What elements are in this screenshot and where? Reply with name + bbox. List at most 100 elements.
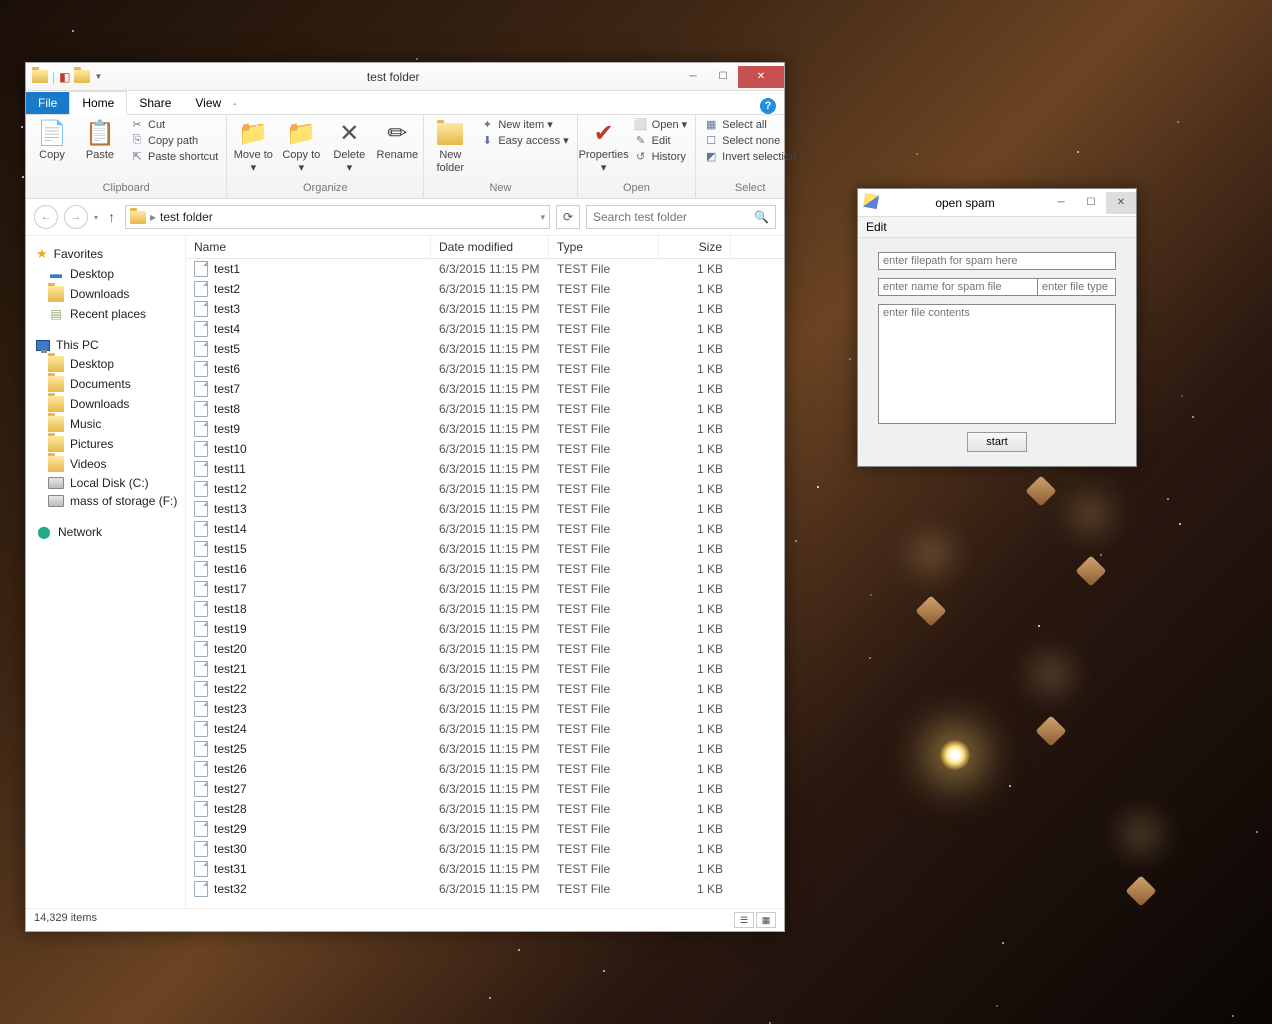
cut-button[interactable]: ✂Cut <box>126 117 222 132</box>
file-row[interactable]: test76/3/2015 11:15 PMTEST File1 KB <box>186 379 784 399</box>
col-type[interactable]: Type <box>549 236 659 258</box>
minimize-button[interactable]: ─ <box>678 66 708 88</box>
file-row[interactable]: test26/3/2015 11:15 PMTEST File1 KB <box>186 279 784 299</box>
tab-home[interactable]: Home <box>69 91 127 115</box>
help-icon[interactable]: ? <box>760 98 776 114</box>
qat-newfolder-icon[interactable] <box>74 70 90 83</box>
view-details-button[interactable]: ☰ <box>734 912 754 928</box>
file-row[interactable]: test116/3/2015 11:15 PMTEST File1 KB <box>186 459 784 479</box>
nav-desktop[interactable]: ▬Desktop <box>26 264 185 284</box>
file-row[interactable]: test66/3/2015 11:15 PMTEST File1 KB <box>186 359 784 379</box>
file-row[interactable]: test316/3/2015 11:15 PMTEST File1 KB <box>186 859 784 879</box>
search-box[interactable]: 🔍 <box>586 205 776 229</box>
nav-pictures[interactable]: Pictures <box>26 434 185 454</box>
file-row[interactable]: test106/3/2015 11:15 PMTEST File1 KB <box>186 439 784 459</box>
address-input[interactable]: ▸ test folder ▾ <box>125 205 550 229</box>
app-titlebar[interactable]: open spam ─ ☐ ✕ <box>858 189 1136 217</box>
nav-network[interactable]: ⬤Network <box>26 522 185 542</box>
history-button[interactable]: ↺History <box>630 149 692 164</box>
file-row[interactable]: test36/3/2015 11:15 PMTEST File1 KB <box>186 299 784 319</box>
copy-to-button[interactable]: 📁Copy to ▾ <box>279 117 323 177</box>
file-row[interactable]: test306/3/2015 11:15 PMTEST File1 KB <box>186 839 784 859</box>
titlebar[interactable]: | ◧ ▼ test folder ─ ☐ ✕ <box>26 63 784 91</box>
select-all-button[interactable]: ▦Select all <box>700 117 800 132</box>
col-name[interactable]: Name <box>186 236 431 258</box>
app-minimize-button[interactable]: ─ <box>1046 192 1076 214</box>
file-row[interactable]: test56/3/2015 11:15 PMTEST File1 KB <box>186 339 784 359</box>
file-row[interactable]: test156/3/2015 11:15 PMTEST File1 KB <box>186 539 784 559</box>
breadcrumb[interactable]: test folder <box>160 210 213 224</box>
file-rows[interactable]: test16/3/2015 11:15 PMTEST File1 KBtest2… <box>186 259 784 908</box>
up-button[interactable]: ↑ <box>104 209 119 225</box>
close-button[interactable]: ✕ <box>738 66 784 88</box>
file-row[interactable]: test96/3/2015 11:15 PMTEST File1 KB <box>186 419 784 439</box>
app-menu-edit[interactable]: Edit <box>858 217 1136 238</box>
filename-input[interactable] <box>878 278 1038 296</box>
file-row[interactable]: test196/3/2015 11:15 PMTEST File1 KB <box>186 619 784 639</box>
invert-selection-button[interactable]: ◩Invert selection <box>700 149 800 164</box>
tab-view[interactable]: View <box>183 92 233 114</box>
start-button[interactable]: start <box>967 432 1026 452</box>
copy-button[interactable]: 📄Copy <box>30 117 74 164</box>
nav-favorites[interactable]: ★Favorites <box>26 244 185 264</box>
collapse-ribbon-icon[interactable]: ˆ <box>233 103 236 114</box>
file-row[interactable]: test326/3/2015 11:15 PMTEST File1 KB <box>186 879 784 899</box>
recent-dropdown-icon[interactable]: ▾ <box>94 213 98 222</box>
col-date[interactable]: Date modified <box>431 236 549 258</box>
qat-properties-icon[interactable]: ◧ <box>59 70 70 84</box>
file-row[interactable]: test226/3/2015 11:15 PMTEST File1 KB <box>186 679 784 699</box>
tab-file[interactable]: File <box>26 92 69 114</box>
new-item-button[interactable]: ✦New item ▾ <box>476 117 572 132</box>
nav-desktop2[interactable]: Desktop <box>26 354 185 374</box>
file-row[interactable]: test246/3/2015 11:15 PMTEST File1 KB <box>186 719 784 739</box>
forward-button[interactable]: → <box>64 205 88 229</box>
contents-textarea[interactable] <box>878 304 1116 424</box>
file-row[interactable]: test176/3/2015 11:15 PMTEST File1 KB <box>186 579 784 599</box>
file-row[interactable]: test166/3/2015 11:15 PMTEST File1 KB <box>186 559 784 579</box>
move-to-button[interactable]: 📁Move to ▾ <box>231 117 275 177</box>
address-dropdown-icon[interactable]: ▾ <box>540 212 545 223</box>
file-row[interactable]: test16/3/2015 11:15 PMTEST File1 KB <box>186 259 784 279</box>
nav-local-disk[interactable]: Local Disk (C:) <box>26 474 185 492</box>
nav-downloads[interactable]: Downloads <box>26 284 185 304</box>
nav-videos[interactable]: Videos <box>26 454 185 474</box>
copy-path-button[interactable]: ⎘Copy path <box>126 133 222 148</box>
file-row[interactable]: test86/3/2015 11:15 PMTEST File1 KB <box>186 399 784 419</box>
tab-share[interactable]: Share <box>127 92 183 114</box>
file-row[interactable]: test256/3/2015 11:15 PMTEST File1 KB <box>186 739 784 759</box>
rename-button[interactable]: ✏Rename <box>375 117 419 164</box>
file-row[interactable]: test146/3/2015 11:15 PMTEST File1 KB <box>186 519 784 539</box>
file-row[interactable]: test126/3/2015 11:15 PMTEST File1 KB <box>186 479 784 499</box>
file-row[interactable]: test286/3/2015 11:15 PMTEST File1 KB <box>186 799 784 819</box>
properties-button[interactable]: ✔Properties ▾ <box>582 117 626 177</box>
nav-downloads2[interactable]: Downloads <box>26 394 185 414</box>
filepath-input[interactable] <box>878 252 1116 270</box>
delete-button[interactable]: ✕Delete ▾ <box>327 117 371 177</box>
qat-dropdown-icon[interactable]: ▼ <box>94 72 102 81</box>
col-size[interactable]: Size <box>659 236 731 258</box>
maximize-button[interactable]: ☐ <box>708 66 738 88</box>
filetype-input[interactable] <box>1038 278 1116 296</box>
nav-music[interactable]: Music <box>26 414 185 434</box>
file-row[interactable]: test296/3/2015 11:15 PMTEST File1 KB <box>186 819 784 839</box>
app-close-button[interactable]: ✕ <box>1106 192 1136 214</box>
file-row[interactable]: test136/3/2015 11:15 PMTEST File1 KB <box>186 499 784 519</box>
app-maximize-button[interactable]: ☐ <box>1076 192 1106 214</box>
open-button[interactable]: ⬜Open ▾ <box>630 117 692 132</box>
new-folder-button[interactable]: New folder <box>428 117 472 177</box>
search-input[interactable] <box>593 210 754 224</box>
paste-button[interactable]: 📋Paste <box>78 117 122 164</box>
back-button[interactable]: ← <box>34 205 58 229</box>
nav-mass-storage[interactable]: mass of storage (F:) <box>26 492 185 510</box>
file-row[interactable]: test266/3/2015 11:15 PMTEST File1 KB <box>186 759 784 779</box>
select-none-button[interactable]: ☐Select none <box>700 133 800 148</box>
file-row[interactable]: test216/3/2015 11:15 PMTEST File1 KB <box>186 659 784 679</box>
nav-documents[interactable]: Documents <box>26 374 185 394</box>
edit-button[interactable]: ✎Edit <box>630 133 692 148</box>
file-row[interactable]: test46/3/2015 11:15 PMTEST File1 KB <box>186 319 784 339</box>
nav-recent[interactable]: ▤Recent places <box>26 304 185 324</box>
nav-this-pc[interactable]: This PC <box>26 336 185 354</box>
paste-shortcut-button[interactable]: ⇱Paste shortcut <box>126 149 222 164</box>
file-row[interactable]: test206/3/2015 11:15 PMTEST File1 KB <box>186 639 784 659</box>
easy-access-button[interactable]: ⬇Easy access ▾ <box>476 133 572 148</box>
